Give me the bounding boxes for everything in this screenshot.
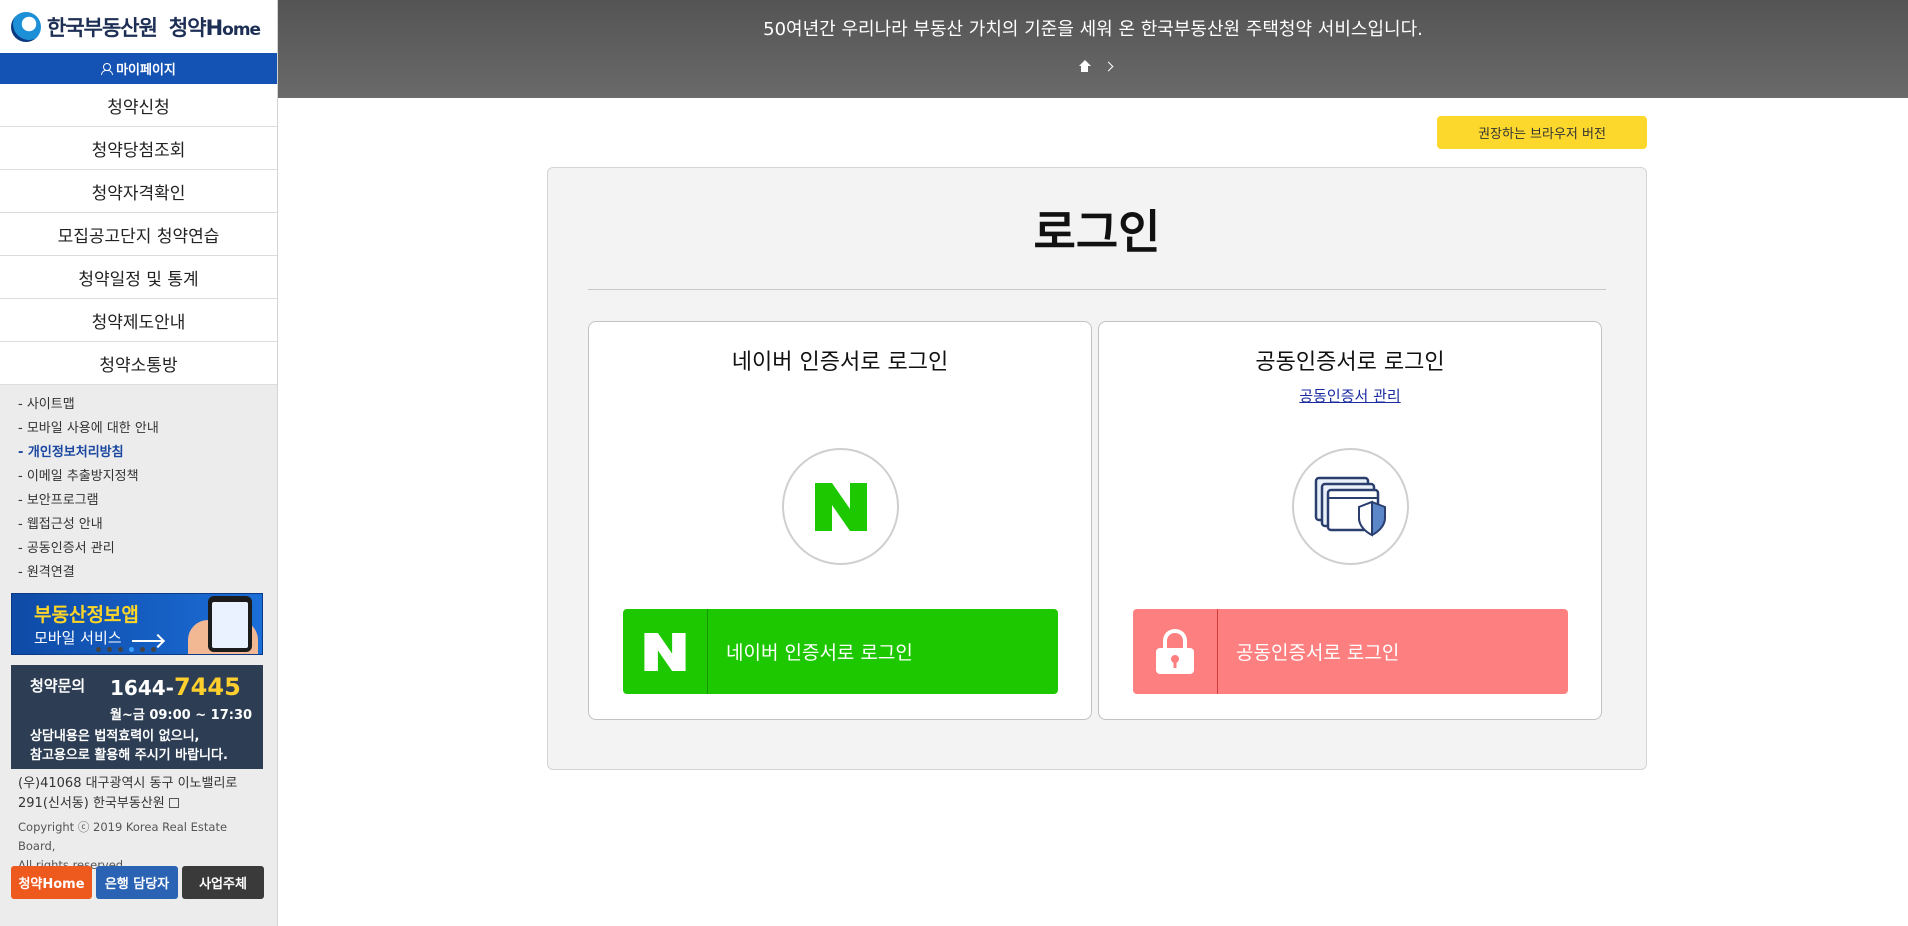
utility-links: - 사이트맵 - 모바일 사용에 대한 안내 - 개인정보처리방침 - 이메일 … [0,385,277,585]
mypage-button[interactable]: 마이페이지 [0,53,277,84]
logo-service-rest: ome [222,19,261,40]
contact-number-prefix: 1644- [110,676,174,700]
copyright-line: Copyright ⓒ 2019 Korea Real Estate Board… [18,820,228,853]
menu-item-eligibility[interactable]: 청약자격확인 [0,170,277,213]
menu-item-schedule-stats[interactable]: 청약일정 및 통계 [0,256,277,299]
person-icon [101,63,114,75]
site-switch-buttons: 청약Home 은행 담당자 사업주체 [11,866,264,899]
home-icon[interactable] [1078,60,1091,72]
address-line-text: 291(신서동) 한국부동산원 [18,796,165,811]
address-line: (우)41068 대구광역시 동구 이노밸리로 [18,776,238,791]
link-cert-manage[interactable]: - 공동인증서 관리 [18,537,277,561]
menu-item-community[interactable]: 청약소통방 [0,342,277,385]
site-logo[interactable]: 한국부동산원 청약Home [0,0,277,53]
top-header: 50여년간 우리나라 부동산 가치의 기준을 세워 온 한국부동산원 주택청약 … [278,0,1908,98]
header-slogan: 50여년간 우리나라 부동산 가치의 기준을 세워 온 한국부동산원 주택청약 … [763,19,1423,40]
contact-number: 1644-7445 [110,673,241,701]
developer-button[interactable]: 사업주체 [182,866,264,899]
link-accessibility[interactable]: - 웹접근성 안내 [18,513,277,537]
breadcrumb [1078,60,1114,72]
page-title: 로그인 [1033,205,1161,259]
link-mobile-guide[interactable]: - 모바일 사용에 대한 안내 [18,417,277,441]
link-remote[interactable]: - 원격연결 [18,561,277,585]
pager-dot[interactable] [151,647,156,652]
reb-emblem-icon [11,11,41,42]
naver-n-icon [814,482,867,531]
link-security-program[interactable]: - 보안프로그램 [18,489,277,513]
logo-org-name: 한국부동산원 [47,15,158,40]
banner-subtitle: 모바일 서비스 [34,629,122,647]
bank-staff-button[interactable]: 은행 담당자 [96,866,178,899]
contact-box: 청약문의 1644-7445 월~금 09:00 ~ 17:30 상담내용은 법… [11,665,263,769]
link-sitemap[interactable]: - 사이트맵 [18,393,277,417]
chevron-right-icon [1103,61,1114,71]
banner-pager [96,647,156,652]
naver-logo-circle [782,448,899,565]
home-site-button[interactable]: 청약Home [11,866,92,899]
pager-dot-active[interactable] [129,647,134,652]
banner-title: 부동산정보앱 [34,604,139,626]
address-line[interactable]: 291(신서동) 한국부동산원 [18,794,258,814]
cert-logo-circle [1292,448,1409,565]
naver-login-card: 네이버 인증서로 로그인 네이버 인증서로 로그인 [588,321,1092,720]
naver-button-icon-box [623,609,708,694]
recommended-browser-button[interactable]: 권장하는 브라우저 버전 [1437,116,1647,149]
link-email-policy[interactable]: - 이메일 추출방지정책 [18,465,277,489]
logo-service-h: H [205,15,224,40]
contact-label: 청약문의 [30,677,86,695]
external-link-icon [168,798,179,808]
cert-manage-link[interactable]: 공동인증서 관리 [1099,385,1601,406]
pager-dot[interactable] [118,647,123,652]
menu-item-practice[interactable]: 모집공고단지 청약연습 [0,213,277,256]
sidebar: 한국부동산원 청약Home 마이페이지 청약신청 청약당첨조회 청약자격확인 모… [0,0,278,926]
cert-login-card: 공동인증서로 로그인 공동인증서 관리 공동인증서로 로그인 [1098,321,1602,720]
cert-button-icon-box [1133,609,1218,694]
logo-service-main: 청약 [168,15,207,40]
naver-card-title: 네이버 인증서로 로그인 [731,350,949,375]
cert-card-title: 공동인증서로 로그인 [1255,350,1445,375]
phone-illustration [208,596,252,652]
menu-item-system-guide[interactable]: 청약제도안내 [0,299,277,342]
contact-hours: 월~금 09:00 ~ 17:30 [110,708,253,723]
app-root: 한국부동산원 청약Home 마이페이지 청약신청 청약당첨조회 청약자격확인 모… [0,0,1908,926]
login-panel: 로그인 네이버 인증서로 로그인 네이버 인증서로 로그인 공동인증서로 로그인… [547,167,1647,770]
arrow-right-icon [132,640,162,642]
contact-note-line: 참고용으로 활용해 주시기 바랍니다. [30,748,228,763]
title-divider [588,289,1606,290]
pager-dot[interactable] [107,647,112,652]
pager-dot[interactable] [96,647,101,652]
padlock-icon [1156,628,1194,674]
naver-login-button[interactable]: 네이버 인증서로 로그인 [623,609,1058,694]
mypage-label: 마이페이지 [116,63,176,78]
contact-note-line: 상담내용은 법적효력이 없으니, [30,729,200,744]
logo-service-name: 청약Home [168,12,261,42]
cert-login-button-label: 공동인증서로 로그인 [1236,642,1400,664]
menu-item-apply[interactable]: 청약신청 [0,84,277,127]
naver-login-button-label: 네이버 인증서로 로그인 [726,642,913,664]
main-menu: 청약신청 청약당첨조회 청약자격확인 모집공고단지 청약연습 청약일정 및 통계… [0,84,277,385]
address: (우)41068 대구광역시 동구 이노밸리로 291(신서동) 한국부동산원 [18,774,258,814]
certificate-shield-icon [1314,476,1386,537]
contact-number-highlight: 7445 [173,673,241,701]
pager-dot[interactable] [140,647,145,652]
app-banner[interactable]: 부동산정보앱 모바일 서비스 [11,593,263,655]
link-privacy-policy[interactable]: - 개인정보처리방침 [18,441,277,465]
contact-note: 상담내용은 법적효력이 없으니, 참고용으로 활용해 주시기 바랍니다. [30,727,228,765]
menu-item-winner-check[interactable]: 청약당첨조회 [0,127,277,170]
naver-n-icon [644,632,686,671]
cert-login-button[interactable]: 공동인증서로 로그인 [1133,609,1568,694]
